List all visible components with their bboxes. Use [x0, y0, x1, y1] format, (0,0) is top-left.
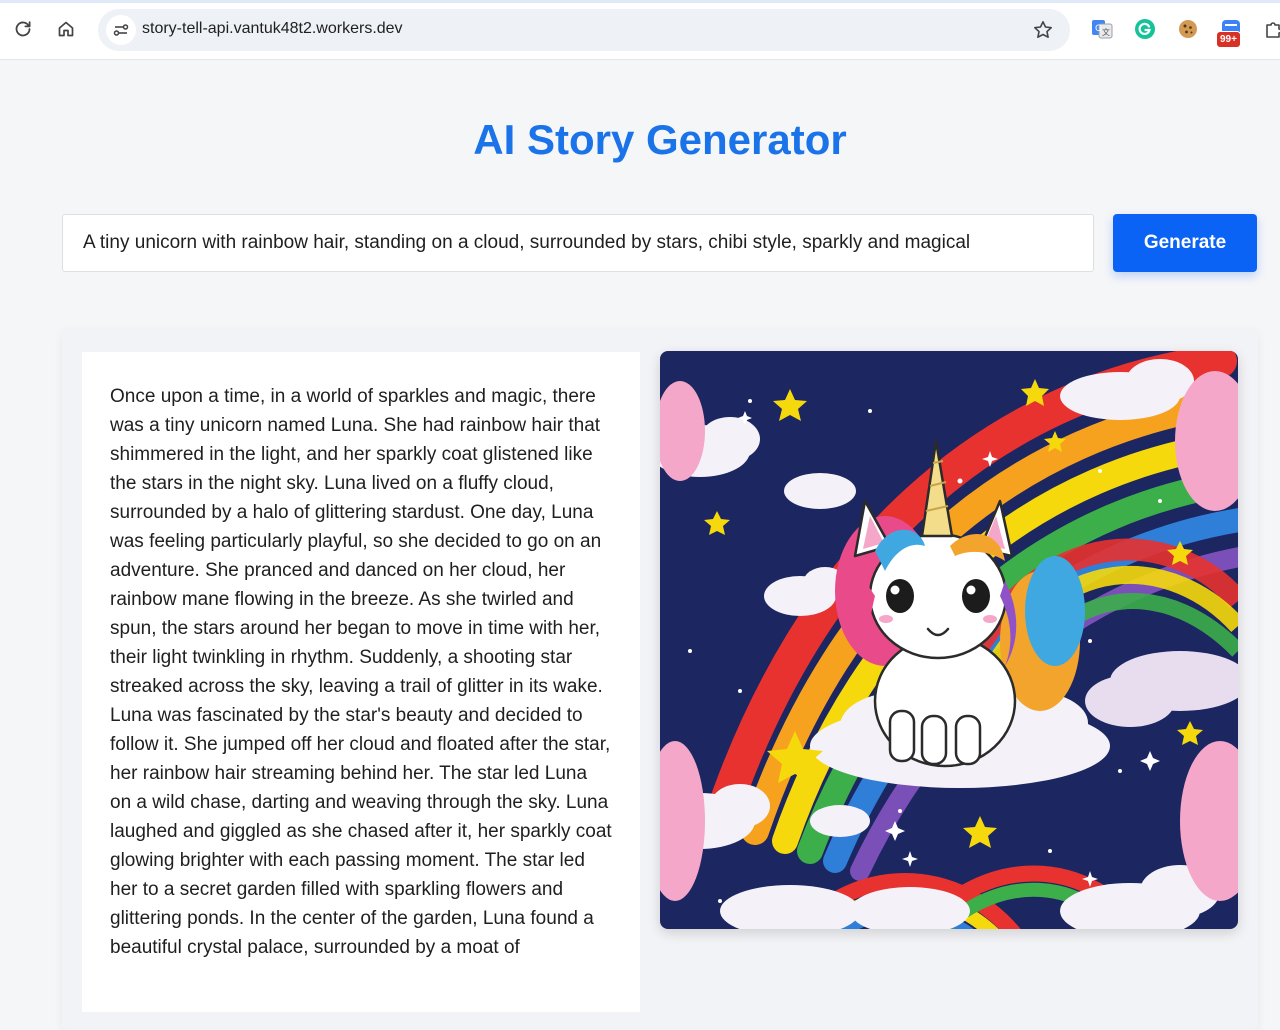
prompt-input[interactable]	[62, 214, 1094, 272]
translate-extension-icon[interactable]: G文	[1090, 17, 1114, 41]
bookmark-star-icon[interactable]	[1032, 19, 1054, 41]
page-load-progress	[0, 0, 1280, 3]
browser-toolbar: story-tell-api.vantuk48t2.workers.dev G文…	[0, 0, 1280, 60]
cookie-extension-icon[interactable]	[1176, 17, 1200, 41]
grammarly-extension-icon[interactable]	[1133, 17, 1157, 41]
story-text: Once upon a time, in a world of sparkles…	[110, 386, 612, 958]
url-text[interactable]: story-tell-api.vantuk48t2.workers.dev	[142, 20, 403, 38]
notification-badge: 99+	[1216, 31, 1241, 48]
site-info-icon[interactable]	[106, 15, 136, 45]
extensions-puzzle-icon[interactable]	[1262, 17, 1280, 41]
reload-icon[interactable]	[10, 16, 36, 42]
story-panel: Once upon a time, in a world of sparkles…	[82, 352, 640, 1012]
address-bar[interactable]: story-tell-api.vantuk48t2.workers.dev	[98, 9, 1070, 51]
generated-illustration	[660, 351, 1238, 929]
svg-text:G: G	[1095, 24, 1102, 34]
home-icon[interactable]	[53, 16, 79, 42]
generate-button[interactable]: Generate	[1113, 214, 1257, 272]
svg-text:文: 文	[1102, 27, 1110, 37]
page-title: AI Story Generator	[473, 116, 847, 163]
